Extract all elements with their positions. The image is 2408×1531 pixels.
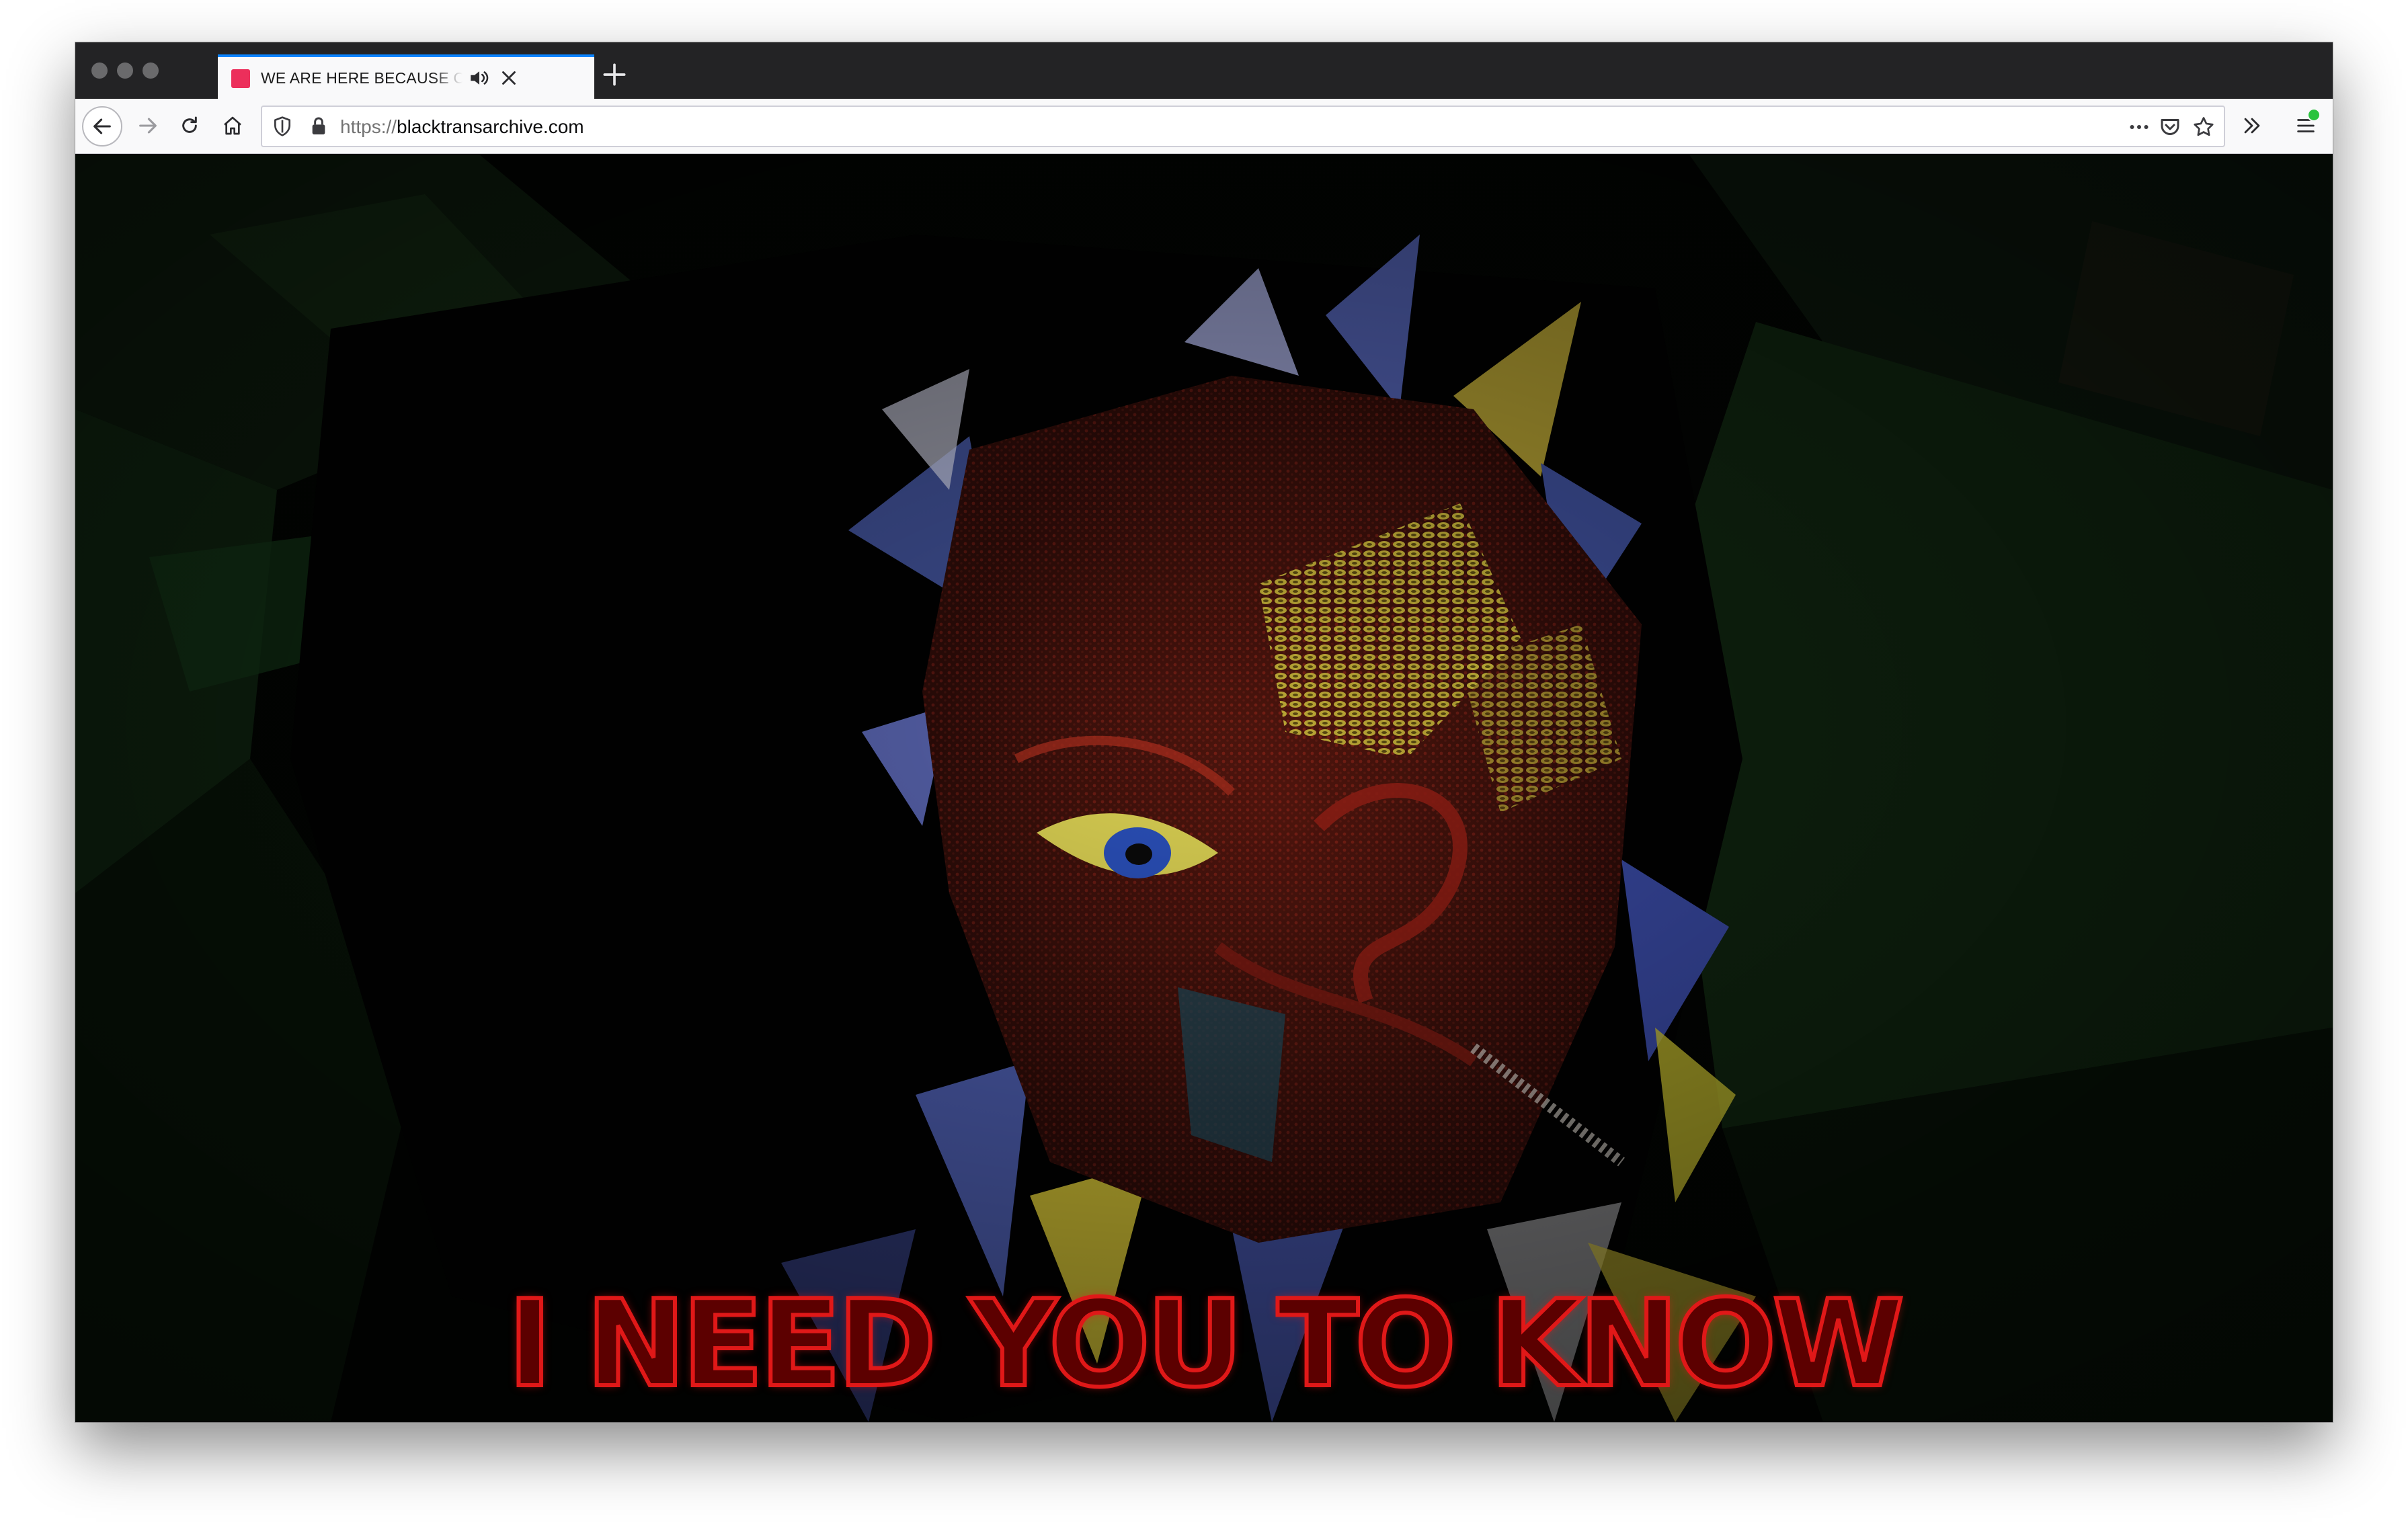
caption-text: I NEED YOU TO KNOW bbox=[506, 1274, 1907, 1413]
url-text[interactable]: https://blacktransarchive.com bbox=[340, 116, 584, 138]
page-content: I NEED YOU TO KNOW bbox=[75, 154, 2333, 1422]
new-tab-button[interactable] bbox=[600, 60, 629, 89]
favicon-icon bbox=[231, 69, 250, 88]
close-icon[interactable] bbox=[497, 67, 520, 89]
active-tab[interactable]: WE ARE HERE BECAUSE OF bbox=[218, 54, 594, 99]
speaker-icon[interactable] bbox=[468, 67, 491, 89]
update-badge bbox=[2307, 108, 2321, 122]
reload-icon bbox=[182, 116, 197, 133]
star-icon[interactable] bbox=[2192, 115, 2216, 139]
window-minimize-button[interactable] bbox=[117, 63, 133, 79]
arrow-left-icon bbox=[93, 118, 111, 134]
pocket-icon[interactable] bbox=[2158, 115, 2182, 139]
home-button[interactable] bbox=[214, 107, 251, 144]
browser-window: WE ARE HERE BECAUSE OF https://blacktran… bbox=[75, 42, 2333, 1422]
back-button[interactable] bbox=[82, 106, 122, 147]
url-host: blacktransarchive.com bbox=[397, 116, 584, 137]
forward-button[interactable] bbox=[129, 107, 167, 144]
lock-icon[interactable] bbox=[308, 116, 329, 137]
overflow-menu-button[interactable] bbox=[2233, 107, 2271, 144]
window-close-button[interactable] bbox=[91, 63, 108, 79]
double-chevron-right-icon bbox=[2244, 118, 2260, 134]
arrow-right-icon bbox=[139, 118, 157, 134]
reload-button[interactable] bbox=[171, 107, 208, 144]
tab-strip: WE ARE HERE BECAUSE OF bbox=[75, 42, 2333, 99]
tracking-shield-icon[interactable] bbox=[272, 116, 293, 137]
app-menu-button[interactable] bbox=[2287, 107, 2325, 144]
tab-title: WE ARE HERE BECAUSE OF bbox=[261, 69, 463, 87]
url-bar[interactable]: https://blacktransarchive.com bbox=[261, 106, 2225, 147]
window-zoom-button[interactable] bbox=[143, 63, 159, 79]
url-protocol: https:// bbox=[340, 116, 397, 137]
home-icon bbox=[224, 116, 241, 135]
navigation-toolbar: https://blacktransarchive.com bbox=[75, 99, 2333, 154]
artwork-image bbox=[75, 154, 2333, 1422]
more-dots-icon[interactable] bbox=[2127, 115, 2151, 139]
